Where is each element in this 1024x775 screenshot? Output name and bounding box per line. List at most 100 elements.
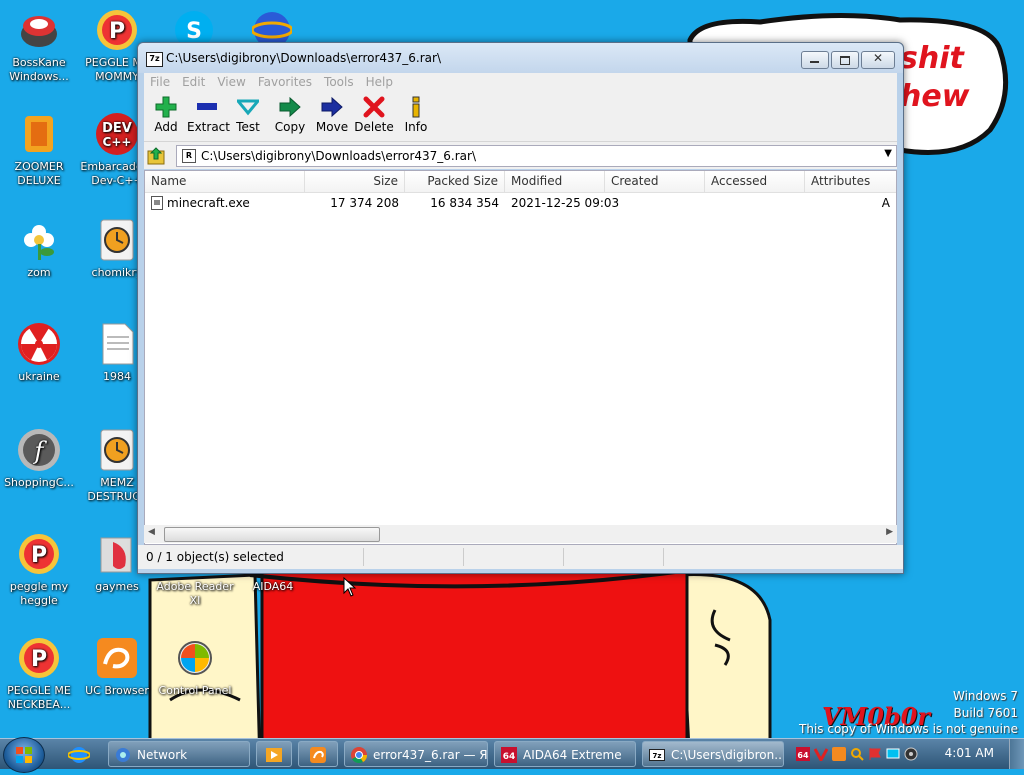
svg-text:7z: 7z (653, 752, 662, 760)
desktop-icon-bosskane[interactable]: BossKane Windows... (0, 8, 78, 84)
file-name: minecraft.exe (167, 196, 250, 210)
folder-icon (95, 532, 139, 576)
windows-build-text: Build 7601 (953, 706, 1018, 720)
task-label: C:\Users\digibron... (671, 748, 784, 762)
uc-browser-icon (95, 636, 139, 680)
svg-text:64: 64 (503, 752, 516, 762)
flash-icon: f (17, 428, 61, 472)
svg-text:C++: C++ (103, 135, 132, 149)
address-input[interactable]: R C:\Users\digibrony\Downloads\error437_… (176, 145, 897, 167)
clock-icon (95, 218, 139, 262)
scroll-left-icon[interactable]: ◀ (148, 527, 155, 537)
column-name[interactable]: Name (145, 171, 305, 192)
scroll-right-icon[interactable]: ▶ (886, 527, 893, 537)
desktop-icon-ukraine[interactable]: ukraine (0, 322, 78, 384)
column-created[interactable]: Created (605, 171, 705, 192)
info-button[interactable]: Info (396, 94, 436, 134)
skype-icon[interactable]: S (174, 10, 214, 42)
desktop-icon-control-panel[interactable]: Control Panel (156, 636, 234, 698)
task-uc-browser[interactable] (298, 741, 338, 767)
menu-view[interactable]: View (211, 73, 251, 91)
task-label: AIDA64 Extreme (523, 748, 622, 762)
text-file-icon (95, 322, 139, 366)
extract-label: Extract (187, 120, 230, 134)
close-icon: ✕ (872, 51, 884, 65)
browser-globe-icon[interactable] (252, 10, 292, 42)
chevron-down-icon[interactable]: ▼ (884, 148, 892, 159)
menu-help[interactable]: Help (360, 73, 399, 91)
clock[interactable]: 4:01 AM (945, 746, 994, 760)
status-divider (463, 548, 464, 566)
uc-tray-icon[interactable] (832, 747, 846, 761)
menu-favorites[interactable]: Favorites (252, 73, 318, 91)
svg-text:S: S (186, 19, 202, 42)
desktop-icon-peggle-heggle[interactable]: P peggle my heggle (0, 532, 78, 608)
media-player-icon (266, 748, 282, 762)
flag-tray-icon[interactable] (868, 747, 882, 761)
task-media-player[interactable] (256, 741, 292, 767)
minimize-button[interactable] (801, 51, 829, 69)
column-attributes[interactable]: Attributes (805, 171, 896, 192)
monitor-tray-icon[interactable] (886, 747, 900, 761)
status-text: 0 / 1 object(s) selected (146, 550, 284, 564)
svg-text:P: P (109, 19, 125, 44)
chrome-icon (351, 747, 367, 763)
task-7zip[interactable]: 7z C:\Users\digibron... (642, 741, 784, 767)
add-button[interactable]: Add (146, 94, 186, 134)
desktop-icon-uc-browser[interactable]: UC Browser (78, 636, 156, 698)
search-tray-icon[interactable] (850, 747, 864, 761)
peggle-icon: P (17, 532, 61, 576)
peggle-icon: P (17, 636, 61, 680)
task-aida64[interactable]: 64 AIDA64 Extreme (494, 741, 636, 767)
archive-window: 7z C:\Users\digibrony\Downloads\error437… (137, 42, 904, 574)
delete-label: Delete (354, 120, 394, 134)
status-bar: 0 / 1 object(s) selected (138, 545, 903, 569)
column-size[interactable]: Size (305, 171, 405, 192)
menu-file[interactable]: File (144, 73, 176, 91)
move-button[interactable]: Move (312, 94, 352, 134)
window-titlebar[interactable]: 7z C:\Users\digibrony\Downloads\error437… (138, 43, 903, 73)
volume-tray-icon[interactable] (904, 747, 918, 761)
desktop-icon-label: 1984 (103, 370, 131, 383)
column-packed-size[interactable]: Packed Size (405, 171, 505, 192)
column-modified[interactable]: Modified (505, 171, 605, 192)
horizontal-scrollbar[interactable]: ◀ ▶ (144, 525, 897, 543)
close-button[interactable]: ✕ (861, 51, 895, 69)
maximize-button[interactable] (831, 51, 859, 69)
copy-label: Copy (274, 120, 306, 134)
address-text: C:\Users\digibrony\Downloads\error437_6.… (201, 149, 477, 163)
desktop-icon-zoomer[interactable]: ZOOMER DELUXE (0, 112, 78, 188)
antivirus-tray-icon[interactable] (814, 747, 828, 761)
desktop-icon-label: ukraine (18, 370, 60, 383)
menu-edit[interactable]: Edit (176, 73, 211, 91)
file-list-header: Name Size Packed Size Modified Created A… (145, 171, 896, 193)
desktop-icon-peggle-neckbeard[interactable]: P PEGGLE ME NECKBEA... (0, 636, 78, 712)
desktop-icon-label: peggle my heggle (9, 580, 69, 607)
delete-button[interactable]: Delete (354, 94, 394, 134)
show-desktop-button[interactable] (1009, 739, 1024, 769)
desktop-icon-label: ZOOMER DELUXE (14, 160, 64, 187)
column-accessed[interactable]: Accessed (705, 171, 805, 192)
menu-tools[interactable]: Tools (318, 73, 360, 91)
internet-explorer-icon[interactable] (67, 745, 91, 765)
move-label: Move (315, 120, 349, 134)
folder-up-icon (147, 147, 165, 165)
desktop-icon-shopping[interactable]: f ShoppingC... (0, 428, 78, 490)
svg-text:P: P (31, 543, 47, 568)
windows-logo-icon (16, 747, 32, 763)
task-network[interactable]: Network (108, 741, 250, 767)
desktop-icon-zom[interactable]: zom (0, 218, 78, 280)
up-folder-button[interactable] (146, 145, 168, 167)
table-row[interactable]: minecraft.exe 17 374 208 16 834 354 2021… (145, 194, 896, 212)
scrollbar-thumb[interactable] (164, 527, 380, 542)
copy-button[interactable]: Copy (270, 94, 310, 134)
desktop-icon-label: PEGGLE ME NECKBEA... (7, 684, 71, 711)
info-label: Info (404, 120, 428, 134)
task-chrome[interactable]: error437_6.rar — Я... (344, 741, 488, 767)
test-button[interactable]: Test (228, 94, 268, 134)
extract-button[interactable]: Extract (187, 94, 230, 134)
file-list[interactable]: Name Size Packed Size Modified Created A… (144, 170, 897, 545)
network-icon (116, 748, 130, 762)
aida64-tray-icon[interactable]: 64 (796, 747, 810, 761)
desktop-icon-label: chomikry (91, 266, 143, 279)
